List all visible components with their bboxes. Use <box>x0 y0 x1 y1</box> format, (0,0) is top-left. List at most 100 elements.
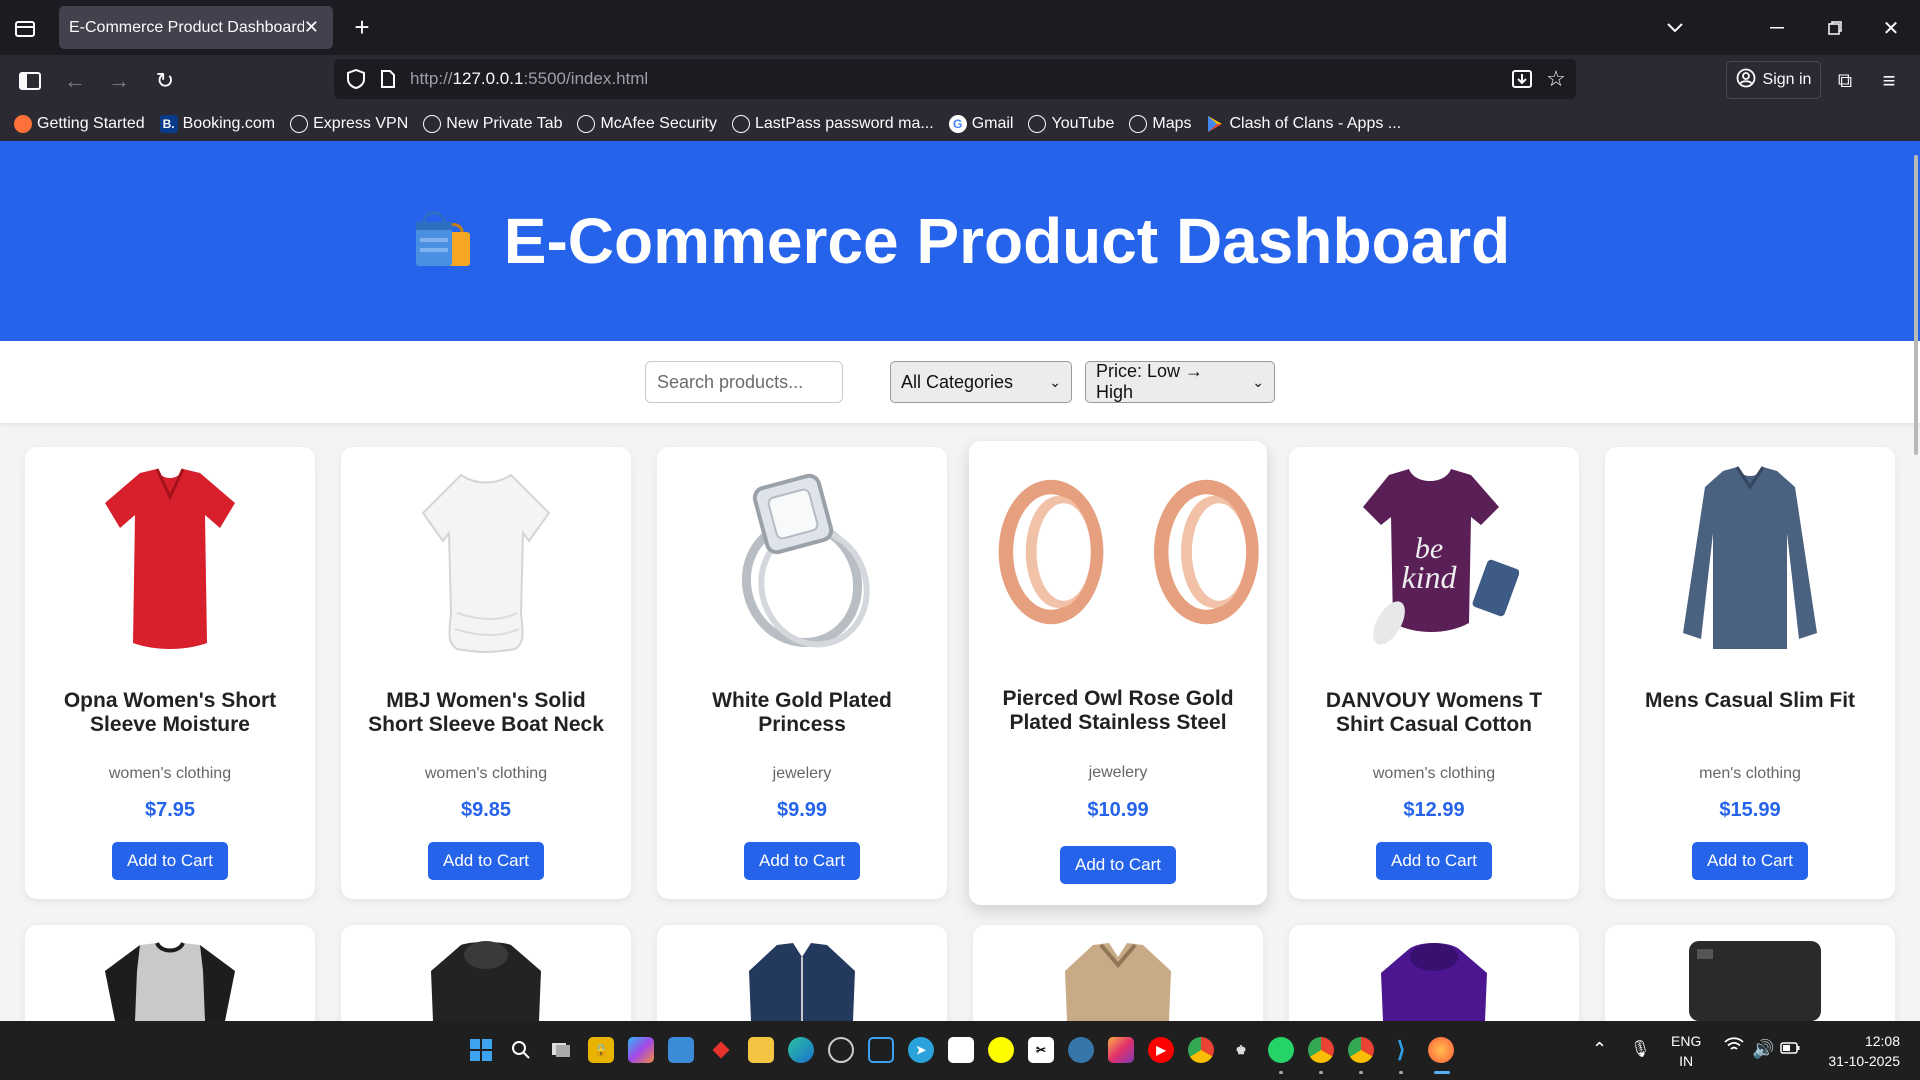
task-view-icon[interactable] <box>548 1037 574 1063</box>
product-card <box>973 925 1263 1021</box>
back-icon[interactable]: ← <box>62 68 88 94</box>
remote-desktop-icon[interactable] <box>668 1037 694 1063</box>
bookmark-express-vpn[interactable]: Express VPN <box>290 115 408 133</box>
extensions-icon[interactable]: ⧉ <box>1832 68 1858 94</box>
active-indicator <box>1434 1071 1450 1074</box>
bookmark-label: Maps <box>1152 115 1192 132</box>
page-title: E-Commerce Product Dashboard <box>503 205 1511 277</box>
language-indicator[interactable]: ENG IN <box>1671 1031 1701 1071</box>
account-icon <box>1736 68 1756 93</box>
shield-icon[interactable] <box>344 67 368 91</box>
restore-icon[interactable] <box>1822 16 1848 40</box>
red-tshirt-image <box>25 463 315 653</box>
microphone-icon[interactable]: 🎙 <box>1630 1039 1650 1059</box>
khaki-jacket-image <box>1043 941 1193 1021</box>
google-play-icon <box>1206 115 1224 133</box>
edge-icon[interactable] <box>788 1037 814 1063</box>
product-title: White Gold Plated Princess <box>712 689 892 736</box>
bookmark-lastpass[interactable]: LastPass password ma... <box>731 115 934 133</box>
bookmark-star-icon[interactable]: ☆ <box>1544 66 1568 91</box>
anydesk-icon[interactable] <box>708 1037 734 1063</box>
product-category: women's clothing <box>108 765 232 782</box>
url-host: 127.0.0.1 <box>452 69 524 88</box>
page-icon[interactable] <box>376 67 400 91</box>
github-icon[interactable] <box>828 1037 854 1063</box>
capcut-icon[interactable]: ✂ <box>1028 1037 1054 1063</box>
instagram-icon[interactable] <box>1108 1037 1134 1063</box>
page-scrollbar[interactable] <box>1914 155 1918 455</box>
file-explorer-icon[interactable] <box>748 1037 774 1063</box>
search-input[interactable] <box>645 361 843 403</box>
reload-icon[interactable]: ↻ <box>152 68 178 94</box>
close-tab-icon[interactable]: ✕ <box>304 17 319 38</box>
category-select[interactable]: All Categories ⌄ <box>890 361 1072 403</box>
add-to-cart-button[interactable]: Add to Cart <box>112 842 228 880</box>
wifi-icon[interactable] <box>1724 1037 1744 1058</box>
clock-date: 31-10-2025 <box>1828 1053 1900 1069</box>
bookmark-booking[interactable]: B. Booking.com <box>159 115 276 133</box>
google-icon: G <box>948 115 967 133</box>
python-icon[interactable] <box>1068 1037 1094 1063</box>
whatsapp-icon[interactable] <box>1268 1037 1294 1063</box>
chrome-profile-icon[interactable] <box>1308 1037 1334 1063</box>
chess-icon[interactable]: ♚ <box>1228 1037 1254 1063</box>
tab-active[interactable]: E-Commerce Product Dashboard ✕ <box>59 6 333 49</box>
bookmark-label: YouTube <box>1051 115 1115 132</box>
chrome-profile-icon[interactable] <box>1348 1037 1374 1063</box>
search-icon[interactable] <box>508 1037 534 1063</box>
bookmark-new-private-tab[interactable]: New Private Tab <box>423 115 562 133</box>
url-prefix: http:// <box>410 69 453 88</box>
globe-icon <box>1028 115 1047 133</box>
bookmark-clash-of-clans[interactable]: Clash of Clans - Apps ... <box>1206 115 1401 133</box>
sort-select[interactable]: Price: Low → High ⌄ <box>1085 361 1275 403</box>
chevron-down-icon: ⌄ <box>1049 373 1061 390</box>
vscode-icon[interactable]: ⟩ <box>1388 1037 1414 1063</box>
add-to-cart-button[interactable]: Add to Cart <box>1692 842 1808 880</box>
youtube-icon[interactable]: ▶ <box>1148 1037 1174 1063</box>
install-app-icon[interactable] <box>1510 67 1534 91</box>
bookmark-mcafee[interactable]: McAfee Security <box>577 115 717 133</box>
snipping-tool-icon[interactable] <box>868 1037 894 1063</box>
firefox-icon[interactable] <box>1428 1037 1454 1063</box>
bookmark-youtube[interactable]: YouTube <box>1028 115 1114 133</box>
bookmark-label: Booking.com <box>182 115 276 132</box>
browser-nav-bar: ← → ↻ http://127.0.0.1:5500/index.html ☆… <box>0 55 1920 107</box>
booking-icon: B. <box>159 115 178 133</box>
add-to-cart-button[interactable]: Add to Cart <box>1060 846 1176 884</box>
snapchat-icon[interactable] <box>988 1037 1014 1063</box>
forward-icon[interactable]: → <box>106 68 132 94</box>
leather-jacket-image <box>411 941 561 1021</box>
sidebar-icon[interactable] <box>17 68 43 94</box>
running-indicator <box>1399 1071 1403 1074</box>
add-to-cart-button[interactable]: Add to Cart <box>428 842 544 880</box>
lock-app-icon[interactable]: 🔒 <box>588 1037 614 1063</box>
windows-start-icon[interactable] <box>468 1037 494 1063</box>
bookmark-getting-started[interactable]: Getting Started <box>14 115 145 133</box>
show-hidden-icons-icon[interactable]: ⌃ <box>1592 1039 1607 1060</box>
copilot-icon[interactable] <box>628 1037 654 1063</box>
product-card <box>1605 925 1895 1021</box>
bookmarks-bar: Getting Started B. Booking.com Express VP… <box>0 107 1920 141</box>
url-text[interactable]: http://127.0.0.1:5500/index.html <box>410 59 648 99</box>
url-bar[interactable]: http://127.0.0.1:5500/index.html ☆ <box>334 59 1576 99</box>
chrome-icon[interactable] <box>1188 1037 1214 1063</box>
add-to-cart-button[interactable]: Add to Cart <box>744 842 860 880</box>
sign-in-button[interactable]: Sign in <box>1726 61 1821 99</box>
product-card: White Gold Plated Princess jewelery $9.9… <box>657 447 947 899</box>
add-to-cart-button[interactable]: Add to Cart <box>1376 842 1492 880</box>
bookmark-maps[interactable]: Maps <box>1129 115 1191 133</box>
volume-icon[interactable]: 🔊 <box>1752 1039 1774 1060</box>
new-tab-icon[interactable]: + <box>349 12 375 42</box>
microsoft-store-icon[interactable] <box>948 1037 974 1063</box>
clock[interactable]: 12:08 31-10-2025 <box>1816 1031 1900 1071</box>
minimize-icon[interactable] <box>1764 16 1790 40</box>
region-code: IN <box>1679 1053 1694 1069</box>
list-all-tabs-icon[interactable] <box>1662 16 1688 40</box>
bookmark-gmail[interactable]: G Gmail <box>948 115 1013 133</box>
telegram-icon[interactable]: ➤ <box>908 1037 934 1063</box>
battery-icon[interactable] <box>1780 1041 1800 1057</box>
menu-icon[interactable]: ≡ <box>1876 68 1902 94</box>
white-top-image <box>341 463 631 653</box>
tab-list-icon[interactable] <box>12 16 38 40</box>
close-window-icon[interactable]: ✕ <box>1878 16 1904 40</box>
